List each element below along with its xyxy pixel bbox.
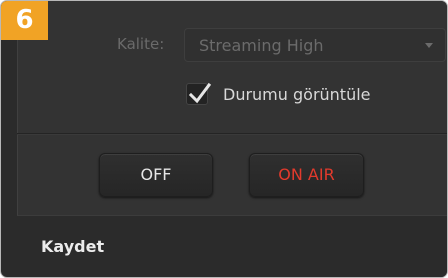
record-section-title: Kaydet	[41, 237, 105, 256]
on-air-button[interactable]: ON AIR	[249, 153, 364, 197]
checkmark-icon	[188, 82, 212, 104]
chevron-down-icon	[425, 43, 433, 48]
quality-label: Kalite:	[117, 35, 165, 53]
streaming-settings-panel: Kalite: Streaming High Durumu görüntüle	[17, 1, 447, 216]
record-section-header[interactable]: Kaydet	[17, 216, 447, 277]
quality-select[interactable]: Streaming High	[184, 28, 446, 62]
display-status-checkbox[interactable]	[186, 82, 212, 105]
quality-select-value: Streaming High	[199, 36, 324, 55]
off-button[interactable]: OFF	[99, 153, 213, 197]
streaming-settings-window: Kalite: Streaming High Durumu görüntüle …	[0, 0, 448, 278]
step-number-badge: 6	[1, 1, 48, 40]
display-status-label: Durumu görüntüle	[223, 85, 371, 104]
section-divider	[17, 133, 447, 134]
